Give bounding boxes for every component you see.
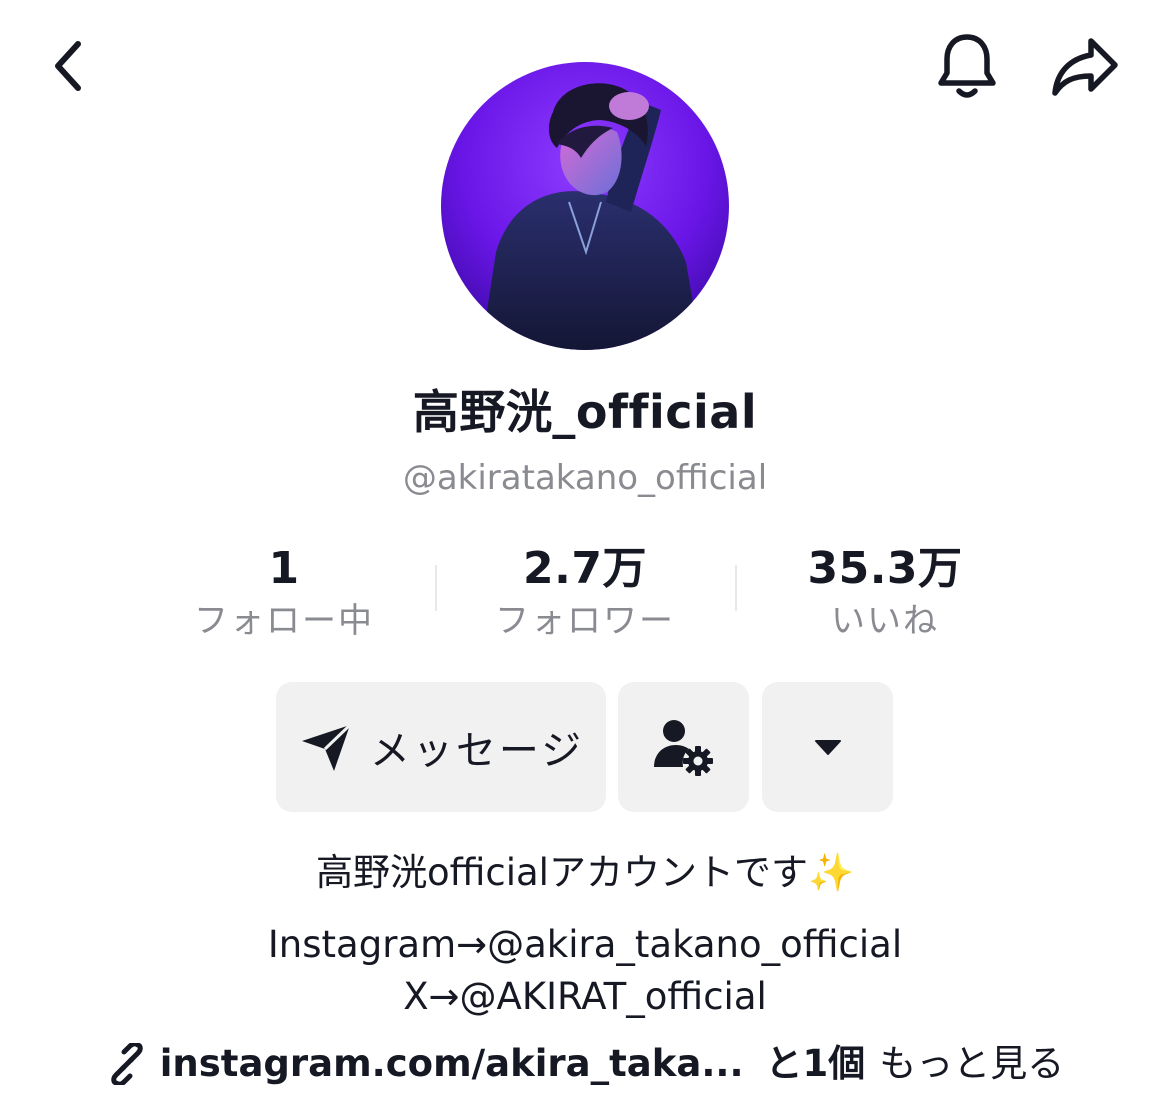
see-more-link[interactable]: もっと見る	[879, 1036, 1064, 1092]
message-label: メッセージ	[369, 728, 585, 774]
likes-value: 35.3万	[807, 543, 963, 594]
share-button[interactable]	[1046, 32, 1124, 102]
followers-count[interactable]: 2.7万 フォロワー	[435, 540, 735, 644]
link-count: と1個	[765, 1042, 866, 1085]
bio-line: 高野洸officialアカウントです✨	[315, 851, 855, 894]
username: @akiratakano_official	[402, 458, 768, 498]
link-icon	[110, 1043, 143, 1085]
paper-plane-icon	[301, 723, 351, 771]
display-name: 高野洸_official	[412, 385, 758, 439]
bio-link[interactable]: instagram.com/akira_taka...	[160, 1036, 744, 1092]
likes-count[interactable]: 35.3万 いいね	[735, 540, 1035, 644]
friend-settings-button[interactable]	[618, 682, 749, 812]
bell-icon	[938, 34, 996, 98]
notification-bell-button[interactable]	[928, 28, 1006, 106]
following-count[interactable]: 1 フォロー中	[134, 540, 434, 644]
avatar-photo	[441, 62, 729, 350]
followers-value: 2.7万	[523, 543, 647, 594]
bio-line: X→@AKIRAT_official	[403, 975, 767, 1018]
more-options-button[interactable]	[762, 682, 893, 812]
back-button[interactable]	[36, 30, 100, 102]
avatar[interactable]	[441, 62, 729, 350]
bio-link-row: instagram.com/akira_taka... と1個 もっと見る	[0, 1036, 1170, 1092]
bio-line: Instagram→@akira_takano_official	[267, 923, 903, 966]
followers-label: フォロワー	[495, 601, 675, 641]
likes-label: いいね	[831, 601, 939, 641]
share-arrow-icon	[1052, 38, 1118, 96]
user-gear-icon	[653, 720, 713, 776]
following-label: フォロー中	[194, 601, 374, 641]
message-button[interactable]: メッセージ	[276, 682, 606, 812]
caret-down-icon	[814, 740, 841, 755]
following-value: 1	[268, 543, 300, 594]
chevron-left-icon	[55, 41, 81, 91]
